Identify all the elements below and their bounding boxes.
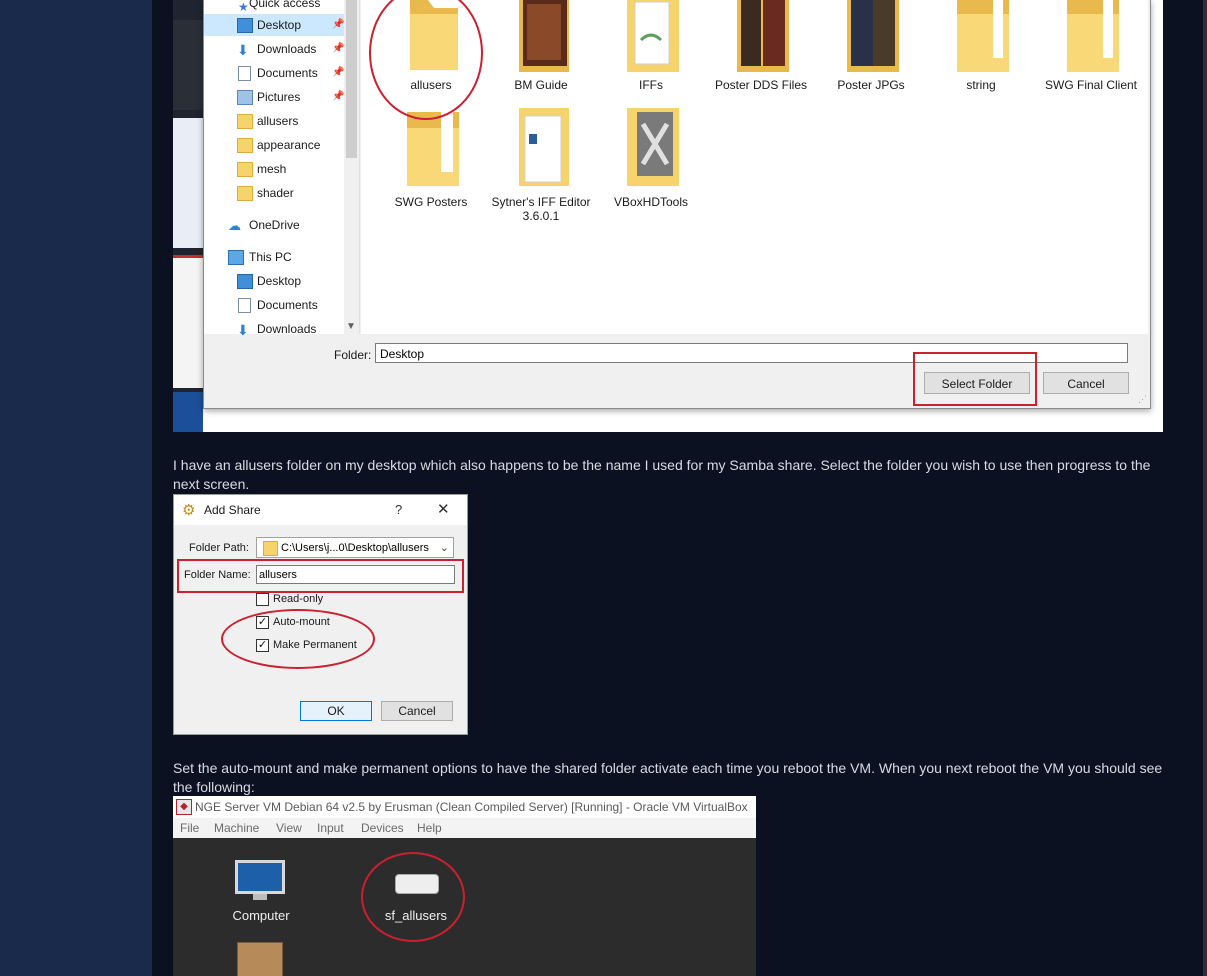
vm-menubar: File Machine View Input Devices Help: [173, 818, 756, 838]
close-button[interactable]: ✕: [437, 500, 450, 518]
add-share-dialog: ⚙ Add Share ? ✕ Folder Path: C:\Users\j.…: [173, 494, 468, 735]
annotation-box: [913, 352, 1037, 406]
nav-scrollbar[interactable]: ▼: [344, 0, 359, 334]
folder-icon: [519, 0, 569, 72]
annotation-ring: [221, 609, 375, 669]
folder-icon: [237, 162, 253, 177]
menu-input[interactable]: Input: [317, 821, 344, 835]
desktop-icon: [237, 274, 253, 289]
ok-button[interactable]: OK: [300, 701, 372, 721]
nav-item-allusers[interactable]: allusers: [204, 110, 344, 132]
document-icon: [238, 298, 251, 313]
nav-item-pictures[interactable]: Pictures 📌: [204, 86, 344, 108]
folder-icon: [737, 0, 789, 72]
cloud-icon: ☁: [228, 218, 241, 233]
file-item-swg-posters[interactable]: SWG Posters: [376, 112, 486, 228]
file-item-poster-jpgs[interactable]: Poster JPGs: [816, 0, 926, 100]
menu-machine[interactable]: Machine: [214, 821, 259, 835]
file-item-poster-dds[interactable]: Poster DDS Files: [706, 0, 816, 100]
nav-item-pc-documents[interactable]: Documents: [204, 294, 344, 316]
chevron-down-icon[interactable]: ▼: [346, 321, 356, 332]
menu-help[interactable]: Help: [417, 821, 442, 835]
menu-view[interactable]: View: [276, 821, 302, 835]
nav-item-documents[interactable]: Documents 📌: [204, 62, 344, 84]
scroll-thumb[interactable]: [346, 0, 357, 158]
folder-icon: [237, 114, 253, 129]
folder-icon: [519, 108, 569, 186]
paragraph-1: I have an allusers folder on my desktop …: [173, 457, 1151, 492]
folder-icon: [957, 0, 1009, 72]
annotation-box: [177, 559, 464, 593]
folder-icon: [263, 541, 278, 556]
folder-dialog-screenshot: ★ Quick access Desktop 📌 ⬇ Downloads 📌 D…: [173, 0, 1163, 432]
file-item-string[interactable]: string: [926, 0, 1036, 100]
home-folder-icon[interactable]: [237, 942, 283, 976]
pin-icon[interactable]: 📌: [332, 62, 344, 84]
monitor-icon[interactable]: [235, 860, 285, 894]
vm-desktop: Computer sf_allusers: [173, 838, 756, 976]
nav-item-downloads[interactable]: ⬇ Downloads 📌: [204, 38, 344, 60]
folder-icon: [237, 186, 253, 201]
page-scrollbar[interactable]: [1203, 0, 1207, 976]
nav-item-quick-access[interactable]: ★ Quick access: [204, 0, 344, 14]
folder-path-select[interactable]: C:\Users\j...0\Desktop\allusers ⌄: [256, 537, 454, 558]
menu-devices[interactable]: Devices: [361, 821, 404, 835]
dialog-titlebar: ⚙ Add Share ? ✕: [174, 495, 467, 525]
vm-titlebar: ◆ NGE Server VM Debian 64 v2.5 by Erusma…: [173, 796, 756, 818]
download-icon: ⬇: [237, 322, 249, 338]
folder-icon: [627, 0, 679, 72]
file-item-iffs[interactable]: IFFs: [596, 0, 706, 100]
folder-icon: [847, 0, 899, 72]
left-rail: [0, 0, 153, 976]
folder-icon: [1067, 0, 1119, 72]
annotation-ring: [361, 852, 465, 942]
document-icon: [238, 66, 251, 81]
navigation-pane: ★ Quick access Desktop 📌 ⬇ Downloads 📌 D…: [204, 0, 360, 338]
nav-item-this-pc[interactable]: This PC: [204, 246, 344, 268]
files-pane: allusers BM Guide IFFs Poster DDS Files: [361, 0, 1148, 334]
cancel-button[interactable]: Cancel: [1043, 372, 1129, 394]
file-item-bm-guide[interactable]: BM Guide: [486, 0, 596, 100]
nav-item-desktop[interactable]: Desktop 📌: [204, 14, 344, 36]
picture-icon: [237, 90, 253, 105]
desktop-icon-computer[interactable]: Computer: [221, 908, 301, 923]
virtualbox-screenshot: ◆ NGE Server VM Debian 64 v2.5 by Erusma…: [173, 796, 756, 976]
folder-icon: [237, 138, 253, 153]
pin-icon[interactable]: 📌: [332, 38, 344, 60]
nav-item-appearance[interactable]: appearance: [204, 134, 344, 156]
nav-item-shader[interactable]: shader: [204, 182, 344, 204]
resize-grip-icon[interactable]: ⋰: [1138, 394, 1147, 405]
nav-item-mesh[interactable]: mesh: [204, 158, 344, 180]
pin-icon[interactable]: 📌: [332, 86, 344, 108]
folder-icon: [627, 108, 679, 186]
desktop-icon: [237, 18, 253, 33]
gear-icon: ⚙: [182, 502, 196, 519]
virtualbox-logo-icon: ◆: [176, 799, 192, 815]
select-folder-dialog: ★ Quick access Desktop 📌 ⬇ Downloads 📌 D…: [203, 0, 1151, 409]
chevron-down-icon[interactable]: ⌄: [440, 538, 449, 559]
background-window-strip: [173, 0, 203, 432]
file-item-vboxhdtools[interactable]: VBoxHDTools: [596, 108, 706, 228]
paragraph-2: Set the auto-mount and make permanent op…: [173, 760, 1163, 795]
nav-item-pc-desktop[interactable]: Desktop: [204, 270, 344, 292]
folder-icon: [407, 112, 459, 186]
file-item-swg-final-client[interactable]: SWG Final Client: [1036, 0, 1146, 100]
file-item-sytners-iff-editor[interactable]: Sytner's IFF Editor 3.6.0.1: [486, 108, 596, 228]
nav-item-pc-downloads[interactable]: ⬇ Downloads: [204, 318, 344, 340]
nav-item-onedrive[interactable]: ☁ OneDrive: [204, 214, 344, 236]
readonly-checkbox[interactable]: [256, 593, 269, 606]
help-button[interactable]: ?: [395, 502, 402, 517]
pin-icon[interactable]: 📌: [332, 14, 344, 36]
download-icon: ⬇: [237, 42, 249, 58]
computer-icon: [228, 250, 244, 265]
menu-file[interactable]: File: [180, 821, 199, 835]
annotation-ring: [369, 0, 483, 120]
cancel-button[interactable]: Cancel: [381, 701, 453, 721]
